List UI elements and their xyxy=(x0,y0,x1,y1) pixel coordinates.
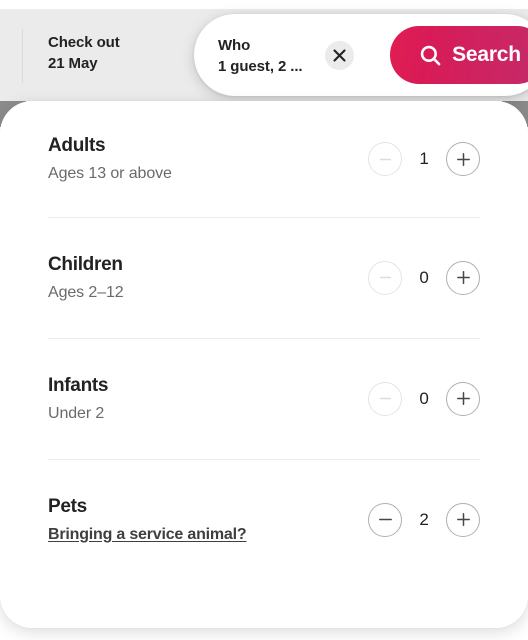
stepper-adults: 1 xyxy=(368,142,480,176)
plus-icon xyxy=(456,512,471,527)
minus-icon xyxy=(379,153,392,166)
row-title: Children xyxy=(48,253,123,275)
decrement-adults-button xyxy=(368,142,402,176)
service-animal-link[interactable]: Bringing a service animal? xyxy=(48,524,247,545)
row-text: Infants Under 2 xyxy=(48,374,108,424)
close-icon xyxy=(333,49,346,62)
checkout-value: 21 May xyxy=(48,55,98,72)
increment-children-button[interactable] xyxy=(446,260,480,295)
minus-icon xyxy=(379,271,392,284)
count-adults: 1 xyxy=(419,149,429,168)
search-button-label: Search xyxy=(452,43,521,66)
minus-icon xyxy=(379,392,392,405)
search-icon xyxy=(419,44,442,67)
guest-row-adults: Adults Ages 13 or above 1 xyxy=(48,101,480,217)
decrement-infants-button xyxy=(368,381,402,416)
plus-icon xyxy=(456,152,471,167)
row-title: Infants xyxy=(48,374,109,396)
row-subtitle: Under 2 xyxy=(48,404,105,422)
row-text: Pets Bringing a service animal? xyxy=(48,495,247,545)
increment-adults-button[interactable] xyxy=(446,142,480,176)
count-infants: 0 xyxy=(419,388,429,408)
search-button[interactable]: Search xyxy=(390,26,528,84)
stepper-infants: 0 xyxy=(368,381,480,416)
row-title: Adults xyxy=(48,135,106,156)
row-text: Adults Ages 13 or above xyxy=(48,134,172,184)
row-subtitle: Ages 13 or above xyxy=(48,165,172,182)
stepper-children: 0 xyxy=(368,260,480,295)
row-text: Children Ages 2–12 xyxy=(48,253,124,303)
clear-who-button[interactable] xyxy=(325,41,354,70)
row-subtitle: Ages 2–12 xyxy=(48,283,124,301)
guest-row-infants: Infants Under 2 0 xyxy=(48,338,480,459)
guest-row-pets: Pets Bringing a service animal? 2 xyxy=(48,459,480,580)
count-pets: 2 xyxy=(419,509,429,529)
plus-icon xyxy=(456,391,471,406)
checkout-label: Check out xyxy=(48,34,120,51)
decrement-children-button xyxy=(368,260,402,295)
count-children: 0 xyxy=(419,267,429,287)
decrement-pets-button[interactable] xyxy=(368,502,402,537)
stepper-pets: 2 xyxy=(368,502,480,537)
top-strip xyxy=(0,0,528,9)
header-divider xyxy=(22,29,23,83)
row-title: Pets xyxy=(48,495,87,517)
guest-selector-panel: Adults Ages 13 or above 1 Children Ages … xyxy=(0,101,528,628)
plus-icon xyxy=(456,270,471,285)
guest-row-children: Children Ages 2–12 0 xyxy=(48,217,480,338)
checkout-field[interactable]: Check out 21 May xyxy=(48,33,198,75)
minus-icon xyxy=(378,512,393,527)
increment-pets-button[interactable] xyxy=(446,502,480,537)
who-search-pill: Who 1 guest, 2 ... Search xyxy=(194,14,528,96)
increment-infants-button[interactable] xyxy=(446,381,480,416)
